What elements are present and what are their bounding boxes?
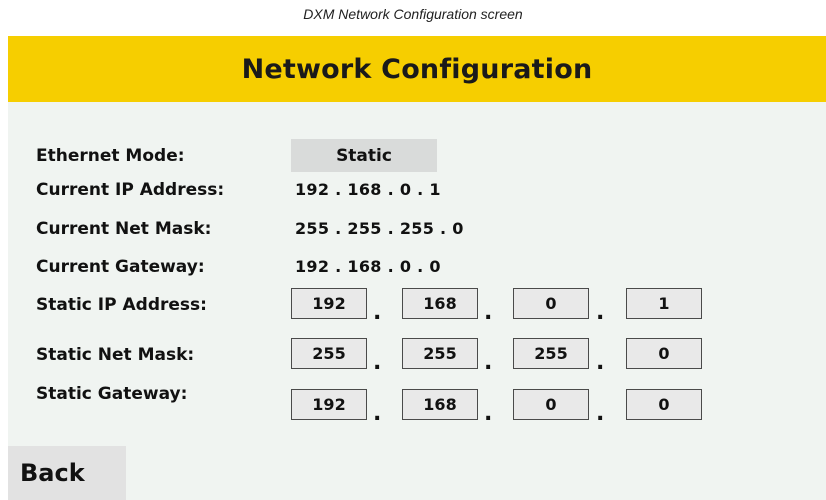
static-ip-octet-2[interactable]: 168 <box>402 288 478 319</box>
static-ip-label: Static IP Address: <box>36 295 207 315</box>
current-gateway-label: Current Gateway: <box>36 257 205 277</box>
static-mask-separator: . <box>484 350 493 375</box>
page-title: Network Configuration <box>241 53 593 85</box>
current-gateway-value: 192 . 168 . 0 . 0 <box>295 257 441 276</box>
static-gateway-octet-1[interactable]: 192 <box>291 389 367 420</box>
static-ip-octet-1[interactable]: 192 <box>291 288 367 319</box>
static-mask-octet-3[interactable]: 255 <box>513 338 589 369</box>
static-mask-label: Static Net Mask: <box>36 345 195 365</box>
static-gateway-row: Static Gateway: 192 . 168 . 0 . 0 <box>8 381 826 426</box>
static-ip-octet-3[interactable]: 0 <box>513 288 589 319</box>
static-mask-octet-4[interactable]: 0 <box>626 338 702 369</box>
figure-caption: DXM Network Configuration screen <box>303 6 523 22</box>
static-mask-separator: . <box>373 350 382 375</box>
static-ip-separator: . <box>596 300 605 325</box>
static-mask-separator: . <box>596 350 605 375</box>
current-gateway-row: Current Gateway: 192 . 168 . 0 . 0 <box>8 250 826 284</box>
static-gateway-octet-3[interactable]: 0 <box>513 389 589 420</box>
current-mask-label: Current Net Mask: <box>36 219 212 239</box>
current-mask-value: 255 . 255 . 255 . 0 <box>295 219 464 238</box>
static-mask-octet-2[interactable]: 255 <box>402 338 478 369</box>
ethernet-mode-button[interactable]: Static <box>291 139 437 172</box>
static-ip-row: Static IP Address: 192 . 168 . 0 . 1 <box>8 288 826 328</box>
static-gateway-octet-2[interactable]: 168 <box>402 389 478 420</box>
title-bar: Network Configuration <box>8 36 826 102</box>
static-mask-octet-1[interactable]: 255 <box>291 338 367 369</box>
static-ip-separator: . <box>484 300 493 325</box>
static-ip-octet-4[interactable]: 1 <box>626 288 702 319</box>
static-gateway-separator: . <box>373 401 382 426</box>
current-ip-value: 192 . 168 . 0 . 1 <box>295 180 441 199</box>
static-mask-row: Static Net Mask: 255 . 255 . 255 . 0 <box>8 338 826 378</box>
network-config-screen: Network Configuration Ethernet Mode: Sta… <box>8 36 826 500</box>
current-ip-row: Current IP Address: 192 . 168 . 0 . 1 <box>8 173 826 207</box>
back-button[interactable]: Back <box>8 446 126 500</box>
static-gateway-label: Static Gateway: <box>36 384 188 404</box>
current-ip-label: Current IP Address: <box>36 180 225 200</box>
static-gateway-separator: . <box>596 401 605 426</box>
static-gateway-separator: . <box>484 401 493 426</box>
ethernet-mode-row: Ethernet Mode: Static <box>8 139 826 173</box>
ethernet-mode-label: Ethernet Mode: <box>36 146 185 166</box>
static-gateway-octet-4[interactable]: 0 <box>626 389 702 420</box>
current-mask-row: Current Net Mask: 255 . 255 . 255 . 0 <box>8 212 826 246</box>
static-ip-separator: . <box>373 300 382 325</box>
